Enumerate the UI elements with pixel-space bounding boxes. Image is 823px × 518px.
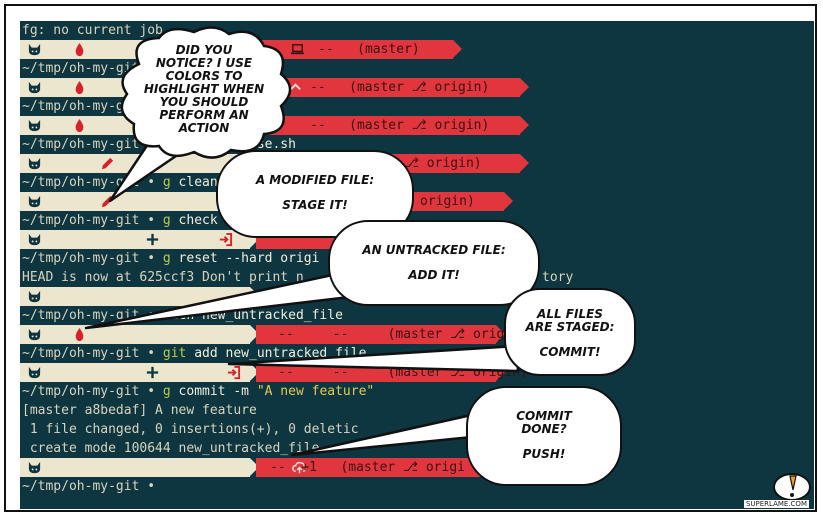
prompt-path: ~/tmp/oh-my-git (22, 213, 140, 228)
branch-info: ⎇ origin) (404, 156, 482, 171)
bubble-text: A MODIFIED FILE: (255, 173, 375, 187)
prompt-bar-left (20, 287, 259, 306)
github-cat-icon (28, 43, 41, 56)
branch-info: -- -- (master ⎇ origin) (278, 365, 528, 380)
comic-frame: fg: no current job ~/tmp/oh-my-git ~/tmp… (4, 4, 817, 512)
terminal-line: 1 file changed, 0 insertions(+), 0 delet… (22, 420, 359, 439)
staged-files-bubble: ALL FILES ARE STAGED: COMMIT! (504, 288, 636, 376)
git-alias: g (162, 251, 171, 266)
terminal-line: ~/tmp/oh-my-git • g commit -m "A new fea… (22, 382, 374, 401)
output-text: create mode 100644 new_untracked_file (22, 441, 320, 456)
untracked-file-bubble: AN UNTRACKED FILE: ADD IT! (328, 220, 540, 306)
prompt-path: ~/tmp/oh-my-git (22, 479, 140, 494)
prompt-dot: • (147, 479, 156, 494)
drop-icon (75, 42, 84, 57)
prompt-bar-left (20, 230, 259, 249)
drop-icon (75, 118, 84, 133)
command-text: clean (178, 175, 218, 190)
command-text: commit -m (178, 384, 249, 399)
command-text: check (178, 213, 218, 228)
string-literal: "A new feature" (256, 384, 375, 399)
plus-icon (146, 366, 159, 379)
superlame-logo-icon (773, 473, 811, 501)
branch-info: -- (master ⎇ origin) (310, 118, 490, 133)
sign-in-icon (219, 232, 233, 247)
output-text: HEAD is now at 625ccf3 Don't print n (22, 270, 304, 285)
bubble-text: ARE STAGED: (525, 320, 615, 334)
output-text: [master a8bedaf] A new feature (22, 403, 257, 418)
bubble-text: COMMIT! (539, 345, 601, 359)
git-alias: g (162, 213, 171, 228)
prompt-bar-left (20, 363, 259, 382)
terminal-line: ~/tmp/oh-my-git • g check (22, 211, 218, 230)
branch-info: -- +1 (master ⎇ origi (270, 460, 465, 475)
terminal-line: ~/tmp/oh-my-git • git add new_untracked_… (22, 344, 366, 363)
bubble-text: ACTION (178, 121, 230, 135)
github-cat-icon (28, 328, 41, 341)
drop-icon (75, 327, 84, 342)
command-text: reset --hard origi (178, 251, 320, 266)
thought-cloud: DID YOU NOTICE? I USE COLORS TO HIGHLIGH… (109, 24, 299, 164)
github-cat-icon (28, 366, 41, 379)
sign-in-icon (227, 365, 241, 380)
pencil-icon (101, 195, 114, 208)
prompt-dot: • (147, 308, 156, 323)
github-cat-icon (28, 233, 41, 246)
prompt-dot: • (147, 213, 156, 228)
github-cat-icon (28, 290, 41, 303)
prompt-path: ~/tmp/oh-my-git (22, 384, 140, 399)
terminal-line: ~/tmp/oh-my-git • (22, 477, 155, 496)
terminal-line: ~/tmp/oh-my-git • g clean (22, 173, 218, 192)
terminal-line: ~/tmp/oh-my-git • g reset --hard origi (22, 249, 319, 268)
git-alias: g (162, 175, 171, 190)
output-text: 1 file changed, 0 insertions(+), 0 delet… (22, 422, 359, 437)
bubble-text: PUSH! (522, 447, 566, 461)
github-cat-icon (28, 461, 41, 474)
terminal-line: [master a8bedaf] A new feature (22, 401, 257, 420)
prompt-dot: • (147, 175, 156, 190)
github-cat-icon (28, 157, 41, 170)
prompt-dot: • (147, 346, 156, 361)
branch-info: -- (master ⎇ origin) (310, 80, 490, 95)
git-alias: git (162, 346, 187, 361)
terminal-line: HEAD is now at 625ccf3 Don't print n tory (22, 268, 573, 287)
prompt-path: ~/tmp/oh-my-git (22, 251, 140, 266)
branch-info: -- (master) (318, 42, 420, 57)
github-cat-icon (28, 119, 41, 132)
command-text: ouch new_untracked_file (162, 308, 343, 323)
bubble-text: ADD IT! (408, 268, 460, 282)
bubble-text: DONE? (521, 422, 567, 436)
prompt-dot: • (147, 384, 156, 399)
prompt-bar-left (20, 458, 259, 477)
command-text: add new_untracked_file (194, 346, 367, 361)
prompt-path: ~/tmp/oh-my-git (22, 308, 140, 323)
terminal-line: ~/tmp/oh-my-git • ouch new_untracked_fil… (22, 306, 343, 325)
branch-info: origin) (420, 194, 475, 209)
terminal-line: create mode 100644 new_untracked_file (22, 439, 320, 458)
plus-icon (146, 233, 159, 246)
commit-done-bubble: COMMIT DONE? PUSH! (466, 386, 622, 486)
bubble-text: AN UNTRACKED FILE: (362, 243, 506, 257)
prompt-path: ~/tmp/oh-my-git (22, 175, 140, 190)
drop-icon (75, 80, 84, 95)
prompt-dot: • (147, 251, 156, 266)
github-cat-icon (28, 195, 41, 208)
prompt-bar-left (20, 325, 259, 344)
notice-bubble: DID YOU NOTICE? I USE COLORS TO HIGHLIGH… (121, 44, 287, 144)
github-cat-icon (28, 81, 41, 94)
output-text: tory (542, 270, 574, 285)
git-alias: g (162, 384, 171, 399)
watermark: SUPERLAME.COM (743, 500, 809, 508)
bubble-text: STAGE IT! (282, 198, 348, 212)
branch-info: -- -- (master ⎇ origin) (278, 327, 528, 342)
prompt-path: ~/tmp/oh-my-git (22, 346, 140, 361)
